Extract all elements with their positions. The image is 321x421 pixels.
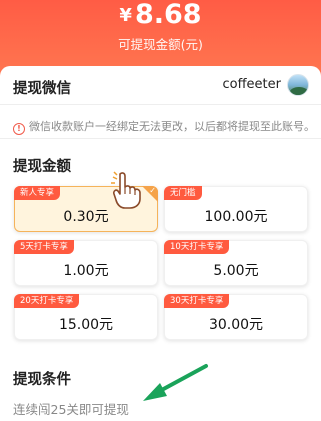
option-amount: 30.00元: [208, 317, 264, 333]
option-tag: 20天打卡专享: [14, 294, 80, 308]
conditions-text: 连续闯25关即可提现: [13, 402, 129, 417]
bind-notice-text: 微信收款账户一经绑定无法更改，以后都将提现至此账号。: [29, 120, 315, 133]
wechat-section-title: 提现微信: [13, 81, 71, 97]
option-tag: 5天打卡专享: [14, 240, 74, 254]
wechat-username: coffeeter: [222, 77, 282, 92]
balance-value: 8.68: [134, 0, 202, 30]
amount-option-1[interactable]: 无门槛 100.00元: [164, 186, 308, 232]
checkmark-icon: ✓: [149, 186, 156, 195]
option-tag: 30天打卡专享: [164, 294, 230, 308]
pointing-hand-icon: [111, 171, 141, 209]
withdraw-card: 提现微信 coffeeter ! 微信收款账户一经绑定无法更改，以后都将提现至此账…: [0, 66, 321, 421]
amount-option-3[interactable]: 10天打卡专享 5.00元: [164, 240, 308, 286]
option-tag: 新人专享: [14, 186, 61, 200]
currency-symbol: ¥: [119, 5, 132, 26]
amount-option-2[interactable]: 5天打卡专享 1.00元: [14, 240, 158, 286]
option-amount: 1.00元: [63, 263, 109, 279]
conditions-section-title: 提现条件: [13, 372, 71, 388]
bind-notice: ! 微信收款账户一经绑定无法更改，以后都将提现至此账号。: [13, 118, 315, 135]
option-tag: 无门槛: [164, 186, 202, 200]
warning-icon: !: [13, 123, 25, 135]
divider: [0, 104, 321, 105]
balance-amount: ¥8.68: [0, 0, 321, 31]
option-amount: 15.00元: [58, 317, 114, 333]
amount-option-4[interactable]: 20天打卡专享 15.00元: [14, 294, 158, 340]
balance-label: 可提现金额(元): [118, 37, 203, 52]
option-tag: 10天打卡专享: [164, 240, 230, 254]
option-amount: 5.00元: [213, 263, 259, 279]
divider: [0, 138, 321, 139]
option-amount: 100.00元: [204, 209, 268, 225]
wechat-avatar: [287, 74, 309, 96]
amount-option-5[interactable]: 30天打卡专享 30.00元: [164, 294, 308, 340]
amount-section-title: 提现金额: [13, 159, 71, 175]
